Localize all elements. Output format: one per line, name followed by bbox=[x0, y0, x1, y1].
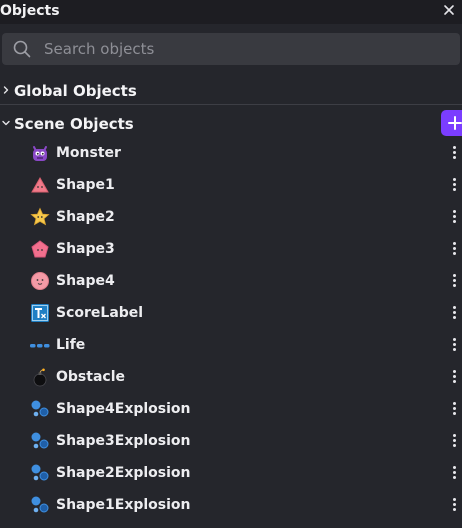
add-object-button[interactable] bbox=[441, 110, 462, 136]
object-row[interactable]: Shape3Explosion bbox=[0, 425, 462, 457]
search-box[interactable] bbox=[2, 33, 460, 65]
panel-title-bar: Objects bbox=[0, 0, 462, 24]
object-row[interactable]: Shape2 bbox=[0, 201, 462, 233]
object-name: Shape4 bbox=[56, 273, 115, 289]
triangle-shape-icon bbox=[31, 176, 49, 193]
object-row[interactable]: Monster bbox=[0, 137, 462, 169]
object-row[interactable]: Shape4Explosion bbox=[0, 393, 462, 425]
monster-icon bbox=[33, 146, 47, 161]
object-name: Shape1 bbox=[56, 177, 115, 193]
object-row[interactable]: Shape3 bbox=[0, 233, 462, 265]
object-name: Shape1Explosion bbox=[56, 497, 191, 513]
object-name: Shape3Explosion bbox=[56, 433, 191, 449]
more-options-icon[interactable] bbox=[450, 273, 458, 289]
particle-emitter-icon bbox=[31, 496, 49, 513]
object-row[interactable]: Shape1 bbox=[0, 169, 462, 201]
folder-label: Global Objects bbox=[14, 82, 137, 100]
more-options-icon[interactable] bbox=[450, 497, 458, 513]
object-row[interactable]: Shape1Explosion bbox=[0, 489, 462, 521]
particle-emitter-icon bbox=[31, 432, 49, 449]
more-options-icon[interactable] bbox=[450, 337, 458, 353]
life-hearts-icon bbox=[30, 344, 50, 348]
more-options-icon[interactable] bbox=[450, 465, 458, 481]
circle-shape-icon bbox=[31, 272, 49, 290]
chevron-right-icon[interactable] bbox=[2, 86, 10, 94]
more-options-icon[interactable] bbox=[450, 177, 458, 193]
object-name: Monster bbox=[56, 145, 121, 161]
plus-icon bbox=[448, 116, 462, 130]
more-options-icon[interactable] bbox=[450, 145, 458, 161]
more-options-icon[interactable] bbox=[450, 433, 458, 449]
more-options-icon[interactable] bbox=[450, 241, 458, 257]
close-icon[interactable] bbox=[442, 3, 456, 17]
particle-emitter-icon bbox=[31, 400, 49, 417]
particle-emitter-icon bbox=[31, 464, 49, 481]
object-row[interactable]: Shape2Explosion bbox=[0, 457, 462, 489]
search-input[interactable] bbox=[44, 33, 444, 65]
more-options-icon[interactable] bbox=[450, 209, 458, 225]
divider bbox=[0, 104, 462, 105]
more-options-icon[interactable] bbox=[450, 401, 458, 417]
more-options-icon[interactable] bbox=[450, 369, 458, 385]
object-name: Life bbox=[56, 337, 86, 353]
more-options-icon[interactable] bbox=[450, 305, 458, 321]
object-row[interactable]: ScoreLabel bbox=[0, 297, 462, 329]
object-name: ScoreLabel bbox=[56, 305, 144, 321]
object-name: Obstacle bbox=[56, 369, 125, 385]
bomb-icon bbox=[33, 368, 47, 387]
chevron-down-icon[interactable] bbox=[2, 119, 10, 127]
object-row[interactable]: Life bbox=[0, 329, 462, 361]
object-name: Shape2Explosion bbox=[56, 465, 191, 481]
object-name: Shape3 bbox=[56, 241, 115, 257]
folder-label: Scene Objects bbox=[14, 115, 134, 133]
objects-panel: Objects Global Objects Scene Objects bbox=[0, 0, 462, 528]
folder-global-objects[interactable]: Global Objects bbox=[0, 77, 462, 105]
object-row[interactable]: Obstacle bbox=[0, 361, 462, 393]
search-icon bbox=[13, 40, 31, 58]
pentagon-shape-icon bbox=[31, 240, 49, 258]
star-shape-icon bbox=[30, 207, 50, 226]
folder-scene-objects[interactable]: Scene Objects bbox=[0, 110, 462, 138]
object-name: Shape2 bbox=[56, 209, 115, 225]
text-object-icon bbox=[31, 304, 49, 322]
object-row[interactable]: Shape4 bbox=[0, 265, 462, 297]
object-name: Shape4Explosion bbox=[56, 401, 191, 417]
panel-title: Objects bbox=[0, 3, 60, 19]
